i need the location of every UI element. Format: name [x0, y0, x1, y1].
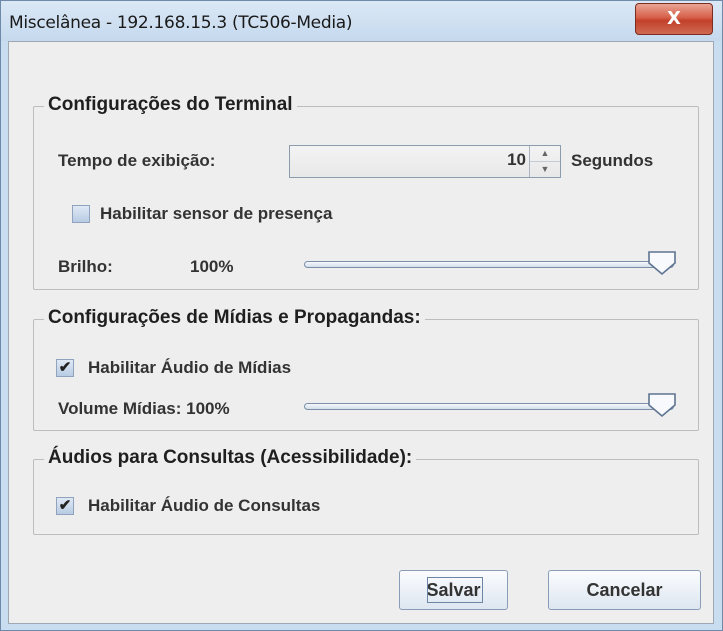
display-time-value[interactable]: 10 [507, 150, 526, 170]
brightness-slider-thumb[interactable] [647, 250, 677, 276]
close-button[interactable]: X [635, 3, 713, 35]
media-audio-checkbox[interactable]: ✔ [56, 359, 74, 377]
display-time-unit: Segundos [571, 151, 654, 170]
spinner-down-icon[interactable]: ▼ [530, 162, 560, 178]
spinner-up-icon[interactable]: ▲ [530, 146, 560, 162]
media-volume-label: Volume Mídias: 100% [58, 399, 230, 418]
presence-sensor-checkbox[interactable] [72, 205, 90, 223]
close-icon: X [667, 8, 681, 29]
dialog-window: Miscelânea - 192.168.15.3 (TC506-Media) … [0, 0, 723, 631]
save-button[interactable]: Salvar [399, 570, 508, 610]
media-settings-group: Configurações de Mídias e Propagandas: ✔… [33, 307, 699, 431]
presence-sensor-label[interactable]: Habilitar sensor de presença [100, 204, 332, 224]
terminal-settings-group: Configurações do Terminal Tempo de exibi… [33, 94, 699, 290]
accessibility-audio-checkbox[interactable]: ✔ [56, 497, 74, 515]
accessibility-audio-label[interactable]: Habilitar Áudio de Consultas [88, 496, 320, 516]
spinner-buttons: ▲ ▼ [529, 146, 560, 177]
display-time-label: Tempo de exibição: [58, 151, 216, 170]
terminal-settings-legend: Configurações do Terminal [44, 94, 297, 116]
cancel-button-label: Cancelar [586, 580, 663, 600]
cancel-button[interactable]: Cancelar [548, 570, 701, 610]
accessibility-audio-group: Áudios para Consultas (Acessibilidade): … [33, 447, 699, 535]
display-time-spinner[interactable]: 10 ▲ ▼ [289, 145, 561, 178]
save-focus-ring [427, 577, 483, 603]
brightness-label: Brilho: [58, 257, 113, 276]
accessibility-audio-legend: Áudios para Consultas (Acessibilidade): [44, 447, 417, 469]
media-volume-slider-track[interactable] [304, 403, 674, 410]
media-volume-slider-thumb[interactable] [647, 392, 677, 418]
title-bar[interactable]: Miscelânea - 192.168.15.3 (TC506-Media) … [1, 1, 722, 41]
media-settings-legend: Configurações de Mídias e Propagandas: [44, 307, 425, 329]
brightness-value: 100% [190, 257, 234, 276]
media-audio-label[interactable]: Habilitar Áudio de Mídias [88, 358, 291, 378]
brightness-slider-track[interactable] [304, 261, 674, 268]
dialog-content: Configurações do Terminal Tempo de exibi… [8, 41, 714, 624]
window-title: Miscelânea - 192.168.15.3 (TC506-Media) [9, 13, 353, 33]
